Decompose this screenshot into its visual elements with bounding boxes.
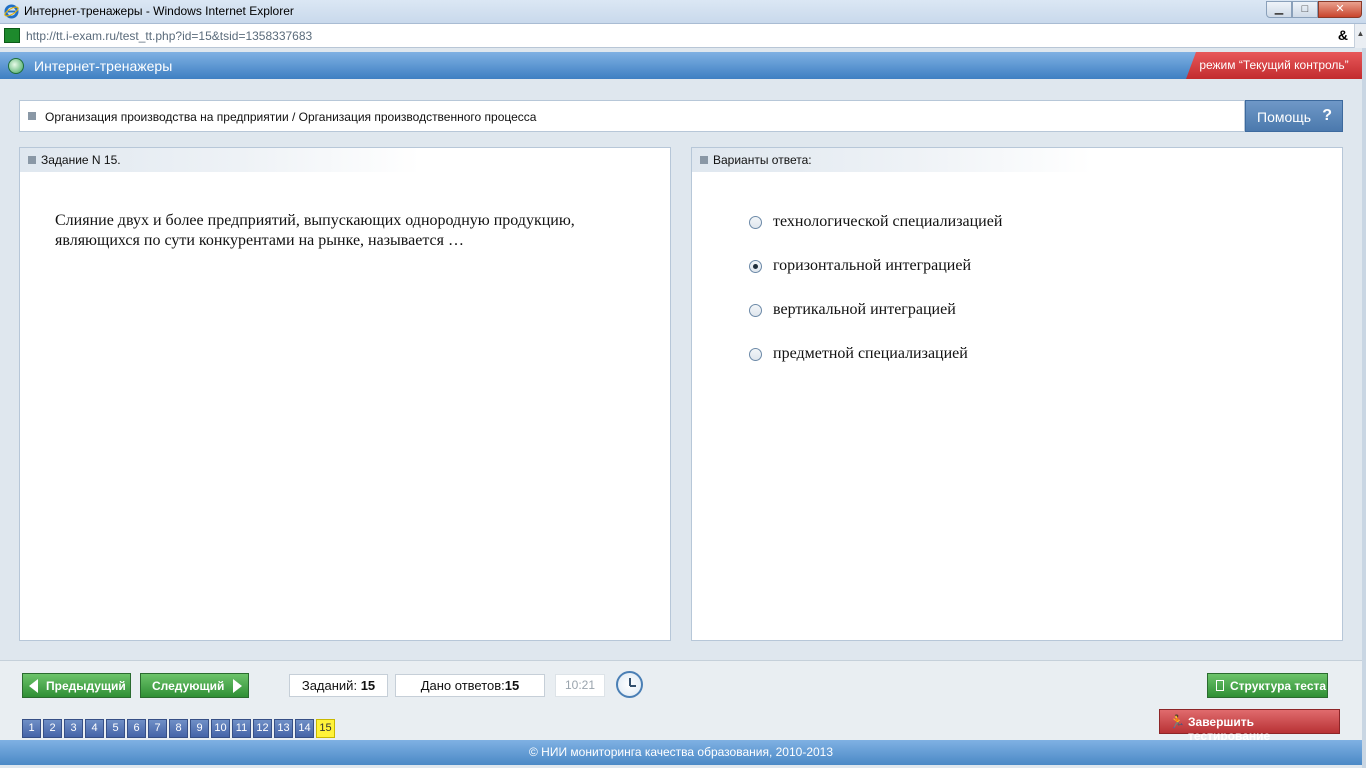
bullet-square-icon: [28, 156, 36, 164]
window-controls: ▁ □ ✕: [1266, 1, 1362, 19]
mode-badge: режим “Текущий контроль”: [1186, 52, 1362, 79]
page-button[interactable]: 6: [127, 719, 146, 738]
breadcrumb: Организация производства на предприятии …: [19, 100, 1245, 132]
answer-label[interactable]: горизонтальной интеграцией: [773, 257, 971, 275]
minimize-button[interactable]: ▁: [1266, 1, 1292, 18]
page-button[interactable]: 15: [316, 719, 335, 738]
arrow-left-icon: [29, 679, 38, 693]
previous-label: Предыдущий: [46, 679, 126, 693]
close-button[interactable]: ✕: [1318, 1, 1362, 18]
page-tools-icon[interactable]: &: [1338, 27, 1348, 43]
next-button[interactable]: Следующий: [140, 673, 249, 698]
running-man-icon: 🏃: [1169, 714, 1186, 729]
task-panel-header: Задание N 15.: [20, 148, 420, 172]
answered-counter: Дано ответов:15: [395, 674, 545, 697]
answer-option[interactable]: вертикальной интеграцией: [749, 299, 956, 321]
test-structure-button[interactable]: Структура теста: [1207, 673, 1328, 698]
page-button[interactable]: 5: [106, 719, 125, 738]
answered-count: 15: [504, 678, 520, 693]
page-button[interactable]: 8: [169, 719, 188, 738]
page-button[interactable]: 13: [274, 719, 293, 738]
site-favicon-icon: [4, 28, 20, 43]
answer-option[interactable]: предметной специализацией: [749, 343, 968, 365]
page-button[interactable]: 10: [211, 719, 230, 738]
page-button[interactable]: 3: [64, 719, 83, 738]
tasks-count: 15: [360, 678, 376, 693]
answers-panel: Варианты ответа: технологической специал…: [691, 147, 1343, 641]
scroll-up-button[interactable]: ▲: [1354, 24, 1366, 48]
page-button[interactable]: 11: [232, 719, 251, 738]
question-mark-icon: ?: [1322, 107, 1332, 124]
footer-copyright: © НИИ мониторинга качества образования, …: [0, 740, 1362, 765]
breadcrumb-text: Организация производства на предприятии …: [45, 110, 537, 124]
answer-label[interactable]: вертикальной интеграцией: [773, 301, 956, 319]
app-header: Интернет-тренажеры режим “Текущий контро…: [0, 52, 1362, 79]
globe-logo-icon: [8, 58, 24, 74]
address-bar: http://tt.i-exam.ru/test_tt.php?id=15&ts…: [0, 24, 1366, 48]
help-label: Помощь: [1257, 109, 1312, 125]
maximize-button[interactable]: □: [1292, 1, 1318, 18]
question-pagination: 1 2 3 4 5 6 7 8 9 10 11 12 13 14 15: [22, 719, 337, 738]
bottom-toolbar: Предыдущий Следующий Заданий: 15 Дано от…: [0, 660, 1362, 743]
page-button[interactable]: 7: [148, 719, 167, 738]
page-button[interactable]: 1: [22, 719, 41, 738]
clock-icon: [616, 671, 643, 698]
radio-button[interactable]: [749, 347, 762, 361]
answered-counter-label: Дано ответов:: [420, 678, 505, 693]
radio-button[interactable]: [749, 303, 762, 317]
arrow-right-icon: [233, 679, 242, 693]
tasks-counter-label: Заданий:: [301, 678, 358, 693]
task-heading: Задание N 15.: [41, 153, 121, 167]
page-button[interactable]: 2: [43, 719, 62, 738]
radio-button[interactable]: [749, 215, 762, 229]
task-panel: Задание N 15. Слияние двух и более предп…: [19, 147, 671, 641]
finish-test-button[interactable]: 🏃 Завершить тестирование: [1159, 709, 1340, 743]
answer-option[interactable]: горизонтальной интеграцией: [749, 255, 971, 277]
question-text: Слияние двух и более предприятий, выпуск…: [55, 212, 575, 249]
window-title: Интернет-тренажеры - Windows Internet Ex…: [24, 4, 294, 18]
internet-explorer-icon: [4, 4, 19, 19]
answers-heading: Варианты ответа:: [713, 153, 812, 167]
finish-test-label: Завершить тестирование: [1188, 715, 1271, 743]
timer-display: 10:21: [555, 674, 605, 697]
window-titlebar: Интернет-тренажеры - Windows Internet Ex…: [0, 0, 1366, 24]
page-button[interactable]: 9: [190, 719, 209, 738]
page-button[interactable]: 4: [85, 719, 104, 738]
app-title: Интернет-тренажеры: [34, 58, 173, 74]
bullet-square-icon: [700, 156, 708, 164]
help-button[interactable]: Помощь ?: [1245, 100, 1343, 132]
answer-label[interactable]: технологической специализацией: [773, 213, 1002, 231]
previous-button[interactable]: Предыдущий: [22, 673, 131, 698]
url-text[interactable]: http://tt.i-exam.ru/test_tt.php?id=15&ts…: [26, 29, 312, 43]
next-label: Следующий: [152, 679, 225, 693]
tasks-counter: Заданий: 15: [289, 674, 388, 697]
bullet-square-icon: [28, 112, 36, 120]
test-structure-label: Структура теста: [1230, 679, 1327, 693]
answer-label[interactable]: предметной специализацией: [773, 345, 968, 363]
answer-option[interactable]: технологической специализацией: [749, 211, 1002, 233]
page-button[interactable]: 12: [253, 719, 272, 738]
radio-button[interactable]: [749, 259, 762, 273]
window-right-edge: [1362, 48, 1366, 768]
answers-panel-header: Варианты ответа:: [692, 148, 1092, 172]
page-button[interactable]: 14: [295, 719, 314, 738]
document-icon: [1216, 680, 1224, 691]
